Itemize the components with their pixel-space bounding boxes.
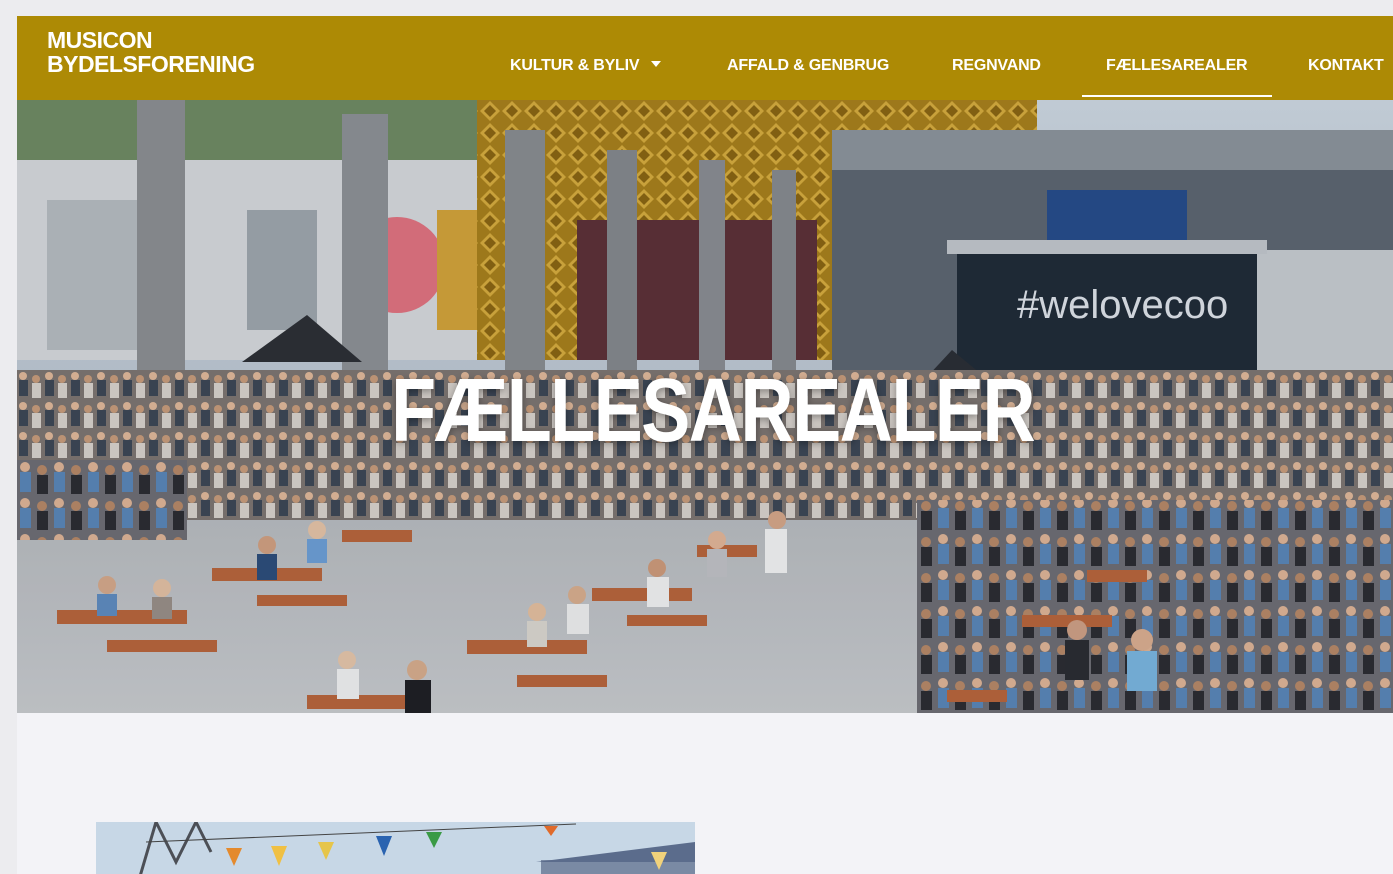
nav-item-affald-genbrug[interactable]: AFFALD & GENBRUG — [727, 57, 889, 75]
hero-banner: #welovecoo FÆLLESAREALER — [17, 100, 1393, 713]
page: MUSICON BYDELSFORENING KULTUR & BYLIV AF… — [17, 16, 1393, 874]
nav-item-label: FÆLLESAREALER — [1106, 57, 1248, 74]
nav-item-regnvand[interactable]: REGNVAND — [952, 57, 1041, 75]
page-title: FÆLLESAREALER — [391, 361, 1036, 461]
site-logo[interactable]: MUSICON BYDELSFORENING — [47, 28, 255, 76]
main-navigation: KULTUR & BYLIV AFFALD & GENBRUG REGNVAND… — [487, 16, 1393, 100]
logo-line-2: BYDELSFORENING — [47, 51, 255, 77]
active-nav-indicator — [1082, 95, 1272, 97]
nav-item-label: KONTAKT — [1308, 57, 1384, 74]
nav-item-faellesarealer[interactable]: FÆLLESAREALER — [1106, 57, 1248, 75]
nav-item-label: REGNVAND — [952, 57, 1041, 74]
photo-content — [96, 822, 695, 874]
nav-item-kultur-byliv[interactable]: KULTUR & BYLIV — [510, 57, 662, 75]
nav-item-label: AFFALD & GENBRUG — [727, 57, 890, 74]
nav-item-kontakt[interactable]: KONTAKT — [1308, 57, 1384, 75]
logo-line-1: MUSICON — [47, 27, 153, 53]
site-header: MUSICON BYDELSFORENING KULTUR & BYLIV AF… — [17, 16, 1393, 100]
nav-item-label: KULTUR & BYLIV — [510, 57, 640, 74]
faellesarealer-photo — [96, 822, 695, 874]
chevron-down-icon[interactable] — [651, 61, 662, 67]
